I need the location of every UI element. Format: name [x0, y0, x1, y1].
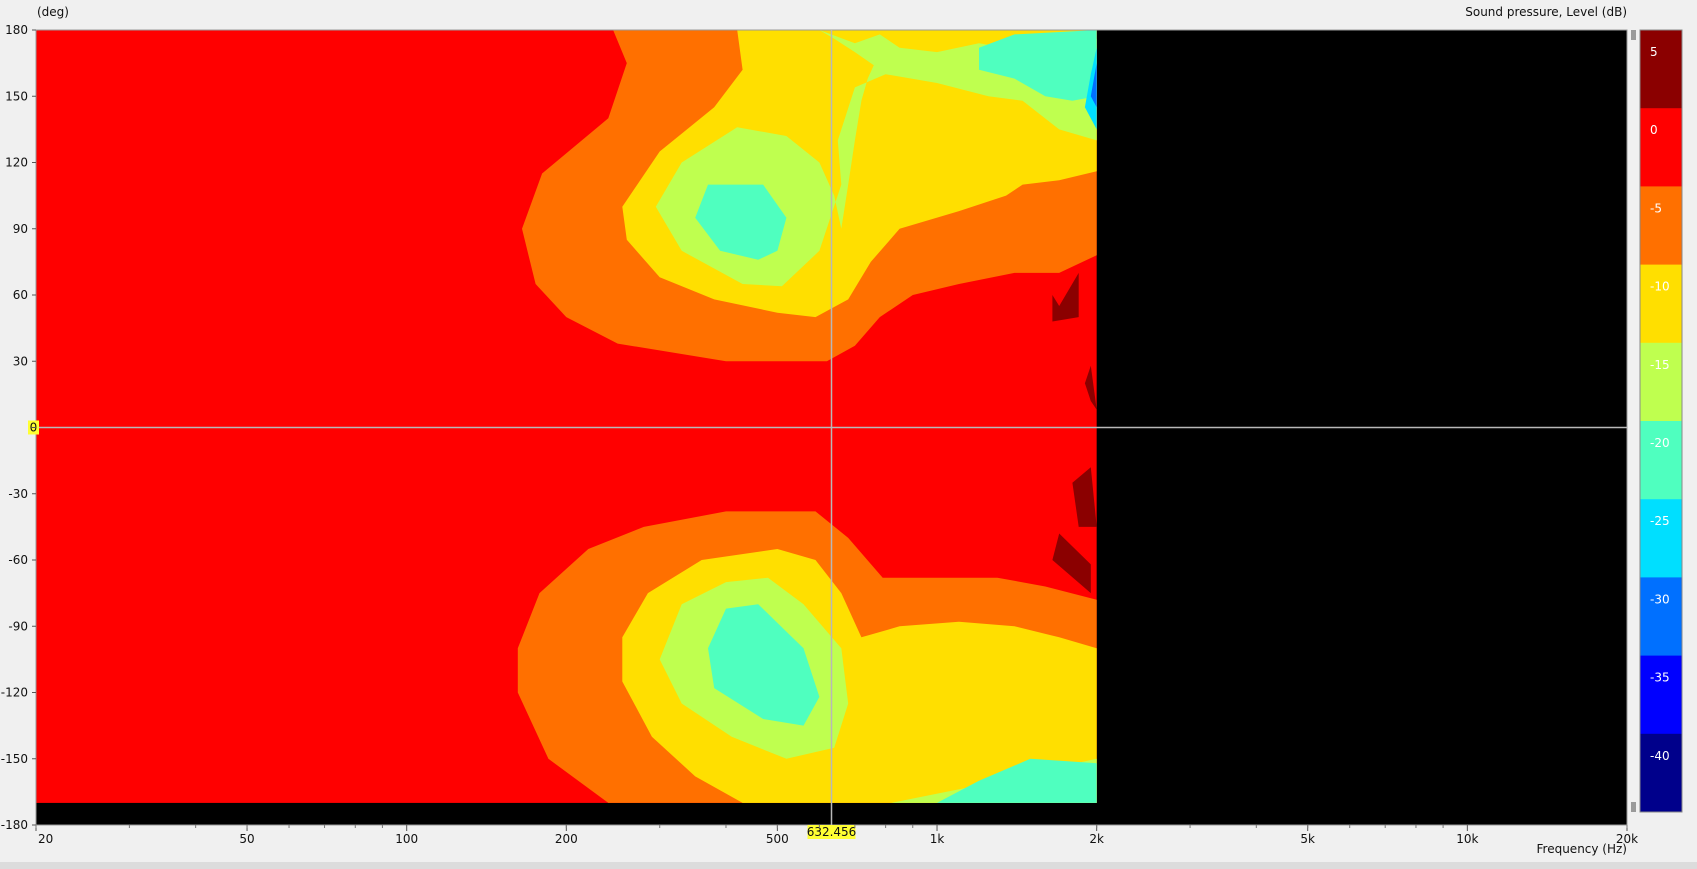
x-axis-label: Frequency (Hz) [1537, 842, 1628, 856]
color-scale-label: -15 [1650, 358, 1670, 372]
color-scale-label: -20 [1650, 436, 1670, 450]
y-tick-label: -180 [1, 818, 28, 832]
color-scale-label: -35 [1650, 671, 1670, 685]
x-tick-label: 10k [1456, 832, 1478, 846]
x-tick-label: 500 [766, 832, 789, 846]
y-tick-label: -30 [8, 487, 28, 501]
color-scale-top-handle[interactable] [1631, 30, 1636, 40]
color-scale-band [1640, 342, 1682, 422]
horizontal-scrollbar[interactable] [0, 862, 1697, 869]
color-scale-band [1640, 108, 1682, 187]
color-scale-label: -5 [1650, 201, 1662, 215]
color-scale-band [1640, 264, 1682, 344]
y-tick-label: -120 [1, 686, 28, 700]
color-scale-band [1640, 499, 1682, 578]
y-tick-label: -90 [8, 619, 28, 633]
x-tick-label: 100 [395, 832, 418, 846]
color-scale-band [1640, 577, 1682, 657]
x-tick-label: 200 [555, 832, 578, 846]
y-axis-label: (deg) [37, 5, 69, 19]
color-scale-band [1640, 655, 1682, 735]
polar-map-chart: 632.4560 180150120906030-30-60-90-120-15… [0, 0, 1697, 869]
color-scale-band [1640, 421, 1682, 500]
color-scale-band [1640, 186, 1682, 266]
color-scale-label: -10 [1650, 280, 1670, 294]
y-tick-label: 90 [13, 222, 28, 236]
y-tick-label: 60 [13, 288, 28, 302]
y-tick-label: 120 [5, 156, 28, 170]
x-tick-label: 2k [1089, 832, 1104, 846]
plot-area[interactable]: 632.4560 [28, 29, 1628, 839]
y-tick-label: 180 [5, 23, 28, 37]
chart-title: Sound pressure, Level (dB) [1465, 5, 1627, 19]
y-tick-label: -150 [1, 752, 28, 766]
color-scale-band [1640, 30, 1682, 109]
color-scale-label: 5 [1650, 45, 1658, 59]
x-tick-label: 20 [38, 832, 53, 846]
x-tick-label: 50 [239, 832, 254, 846]
x-tick-label: 1k [930, 832, 945, 846]
color-scale-label: -30 [1650, 592, 1670, 606]
y-tick-label: -60 [8, 553, 28, 567]
color-scale-bottom-handle[interactable] [1631, 802, 1636, 812]
color-scale-label: -40 [1650, 749, 1670, 763]
color-scale-band [1640, 733, 1682, 813]
y-tick-label: 150 [5, 89, 28, 103]
y-tick-label: 30 [13, 354, 28, 368]
x-tick-label: 5k [1300, 832, 1315, 846]
color-scale-label: 0 [1650, 123, 1658, 137]
color-scale-label: -25 [1650, 514, 1670, 528]
cursor-frequency-label: 632.456 [807, 825, 857, 839]
